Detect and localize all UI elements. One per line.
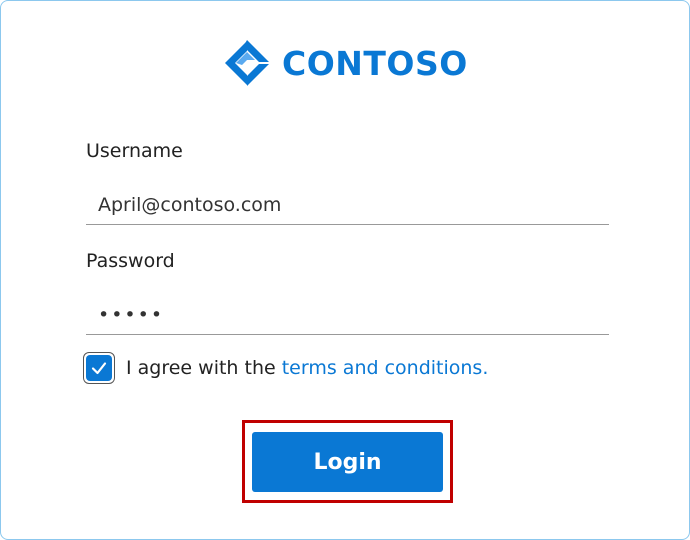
contoso-logo-icon <box>225 40 269 86</box>
terms-link[interactable]: terms and conditions. <box>282 357 489 379</box>
agree-text: I agree with the <box>126 357 282 379</box>
password-label: Password <box>86 250 175 272</box>
agree-checkbox[interactable] <box>83 352 115 384</box>
contoso-logo: CONTOSO <box>222 38 468 88</box>
login-button[interactable]: Login <box>252 432 443 492</box>
password-input[interactable] <box>86 295 609 335</box>
agree-label: I agree with the terms and conditions. <box>126 357 488 379</box>
username-label: Username <box>86 140 183 162</box>
checkmark-icon <box>91 362 107 375</box>
username-input[interactable] <box>86 185 609 225</box>
logo-text: CONTOSO <box>282 43 468 83</box>
